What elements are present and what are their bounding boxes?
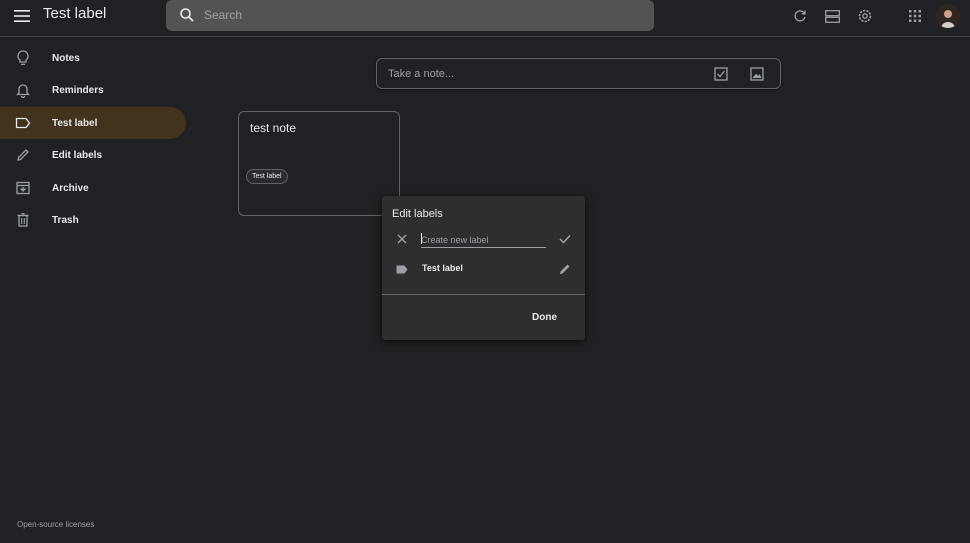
lightbulb-icon — [14, 49, 32, 67]
take-note-composer[interactable]: Take a note... — [376, 58, 781, 89]
create-label-input[interactable] — [421, 232, 546, 248]
sidebar-item-label: Trash — [52, 214, 79, 226]
top-bar: Test label Search — [0, 0, 970, 37]
pencil-icon — [14, 146, 32, 164]
sidebar-item-label: Reminders — [52, 84, 104, 96]
avatar[interactable] — [936, 4, 960, 28]
list-view-icon[interactable] — [822, 6, 842, 26]
done-button[interactable]: Done — [532, 312, 557, 323]
take-note-input[interactable]: Take a note... — [388, 68, 454, 80]
text-caret — [421, 233, 422, 244]
note-card[interactable]: test note Test label — [238, 111, 400, 216]
label-name[interactable]: Test label — [422, 263, 463, 273]
sidebar-item-archive[interactable]: Archive — [0, 172, 186, 204]
edit-labels-dialog: Edit labels Test label Done — [382, 196, 585, 340]
edit-pencil-icon[interactable] — [558, 262, 572, 276]
trash-icon — [14, 211, 32, 229]
close-icon[interactable] — [395, 232, 409, 246]
menu-icon[interactable] — [10, 5, 34, 27]
divider — [382, 294, 585, 295]
settings-icon[interactable] — [855, 6, 875, 26]
sidebar-item-label: Archive — [52, 182, 89, 194]
image-icon[interactable] — [749, 66, 765, 82]
search-icon[interactable] — [179, 7, 195, 28]
check-icon[interactable] — [558, 232, 572, 246]
archive-icon — [14, 179, 32, 197]
note-label-chip[interactable]: Test label — [246, 169, 288, 184]
sidebar-item-label: Edit labels — [52, 149, 103, 161]
sidebar-item-edit-labels[interactable]: Edit labels — [0, 139, 186, 171]
note-title: test note — [250, 121, 297, 135]
page-title: Test label — [43, 5, 107, 22]
sidebar-item-trash[interactable]: Trash — [0, 204, 186, 236]
sidebar-item-notes[interactable]: Notes — [0, 42, 186, 74]
bell-icon — [14, 81, 32, 99]
sidebar-item-test-label[interactable]: Test label — [0, 107, 186, 139]
sidebar-item-reminders[interactable]: Reminders — [0, 74, 186, 106]
label-outline-icon — [14, 114, 32, 132]
sidebar-item-label: Test label — [52, 117, 98, 129]
apps-icon[interactable] — [905, 6, 925, 26]
open-source-licenses-link[interactable]: Open-source licenses — [17, 520, 94, 529]
checkbox-list-icon[interactable] — [713, 66, 729, 82]
dialog-title: Edit labels — [392, 208, 443, 220]
search-bar[interactable]: Search — [166, 0, 654, 31]
sidebar-item-label: Notes — [52, 52, 80, 64]
label-icon — [395, 262, 409, 276]
refresh-icon[interactable] — [790, 6, 810, 26]
search-input[interactable]: Search — [204, 8, 242, 22]
